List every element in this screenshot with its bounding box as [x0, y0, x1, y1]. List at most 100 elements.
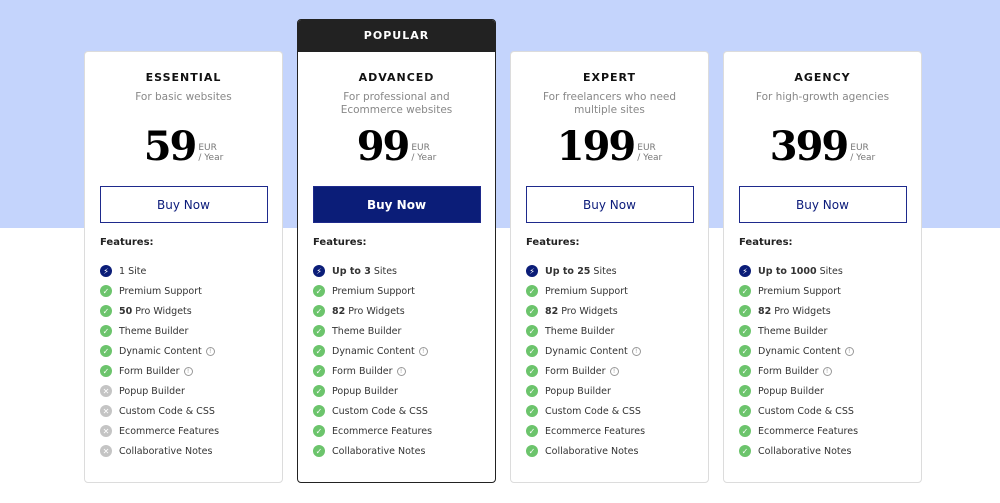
feature-label: Theme Builder	[758, 325, 828, 337]
check-icon: ✓	[526, 305, 538, 317]
feature-item: ✓ Dynamic Content!	[526, 341, 708, 361]
feature-label: Ecommerce Features	[332, 425, 433, 437]
buy-now-button[interactable]: Buy Now	[99, 186, 268, 223]
pricing-card-expert: EXPERT For freelancers who need multiple…	[510, 51, 709, 483]
feature-item: ✓ Custom Code & CSS	[739, 401, 921, 421]
feature-label: Premium Support	[332, 285, 415, 297]
feature-label: Ecommerce Features	[545, 425, 646, 437]
features-label: Features:	[739, 237, 793, 248]
feature-item: ✓ Premium Support	[526, 281, 708, 301]
feature-item: ✓ Dynamic Content!	[100, 341, 282, 361]
check-icon: ✓	[739, 405, 751, 417]
feature-label: Premium Support	[119, 285, 202, 297]
check-icon: ✓	[739, 305, 751, 317]
feature-label: Collaborative Notes	[332, 445, 426, 457]
feature-label: Pro Widgets	[561, 305, 618, 317]
feature-label: Dynamic Content	[758, 345, 841, 357]
feature-item: ✓ 82 Pro Widgets	[313, 301, 495, 321]
plan-subtitle: For freelancers who need multiple sites	[542, 91, 677, 116]
feature-item: ✕ Ecommerce Features	[100, 421, 282, 441]
feature-item: ✓ Collaborative Notes	[526, 441, 708, 461]
feature-item: ✓ Premium Support	[313, 281, 495, 301]
feature-item: ✓ Collaborative Notes	[313, 441, 495, 461]
check-icon: ✓	[100, 365, 112, 377]
feature-label: Popup Builder	[545, 385, 611, 397]
buy-now-button[interactable]: Buy Now	[738, 186, 907, 223]
feature-item: ✓ Form Builder!	[313, 361, 495, 381]
feature-item: ✓ Theme Builder	[526, 321, 708, 341]
info-icon[interactable]: !	[609, 366, 619, 376]
check-icon: ✓	[526, 325, 538, 337]
check-icon: ✓	[526, 345, 538, 357]
feature-quantity: 50	[119, 305, 133, 317]
popular-badge: POPULAR	[298, 20, 495, 52]
check-icon: ✓	[100, 305, 112, 317]
feature-quantity: 82	[758, 305, 772, 317]
feature-label: Ecommerce Features	[119, 425, 220, 437]
info-icon[interactable]: !	[205, 346, 215, 356]
info-icon[interactable]: !	[396, 366, 406, 376]
feature-label: Collaborative Notes	[545, 445, 639, 457]
check-icon: ✓	[526, 445, 538, 457]
check-icon: ✓	[739, 345, 751, 357]
feature-label: Collaborative Notes	[758, 445, 852, 457]
check-icon: ✓	[100, 325, 112, 337]
bolt-icon: ⚡	[526, 265, 538, 277]
info-icon[interactable]: !	[183, 366, 193, 376]
feature-label: Theme Builder	[332, 325, 402, 337]
info-icon[interactable]: !	[418, 346, 428, 356]
feature-label: Premium Support	[758, 285, 841, 297]
check-icon: ✓	[739, 365, 751, 377]
pricing-card-essential: ESSENTIAL For basic websites 59 EUR / Yea…	[84, 51, 283, 483]
feature-label: Form Builder	[119, 365, 180, 377]
feature-item: ✓ Form Builder!	[739, 361, 921, 381]
feature-item: ⚡ Up to 3 Sites	[313, 261, 495, 281]
bolt-icon: ⚡	[313, 265, 325, 277]
check-icon: ✓	[313, 385, 325, 397]
feature-label: Custom Code & CSS	[332, 405, 428, 417]
check-icon: ✓	[313, 285, 325, 297]
check-icon: ✓	[313, 365, 325, 377]
feature-item: ⚡ Up to 1000 Sites	[739, 261, 921, 281]
feature-item: ✕ Custom Code & CSS	[100, 401, 282, 421]
plan-subtitle: For professional and Ecommerce websites	[340, 91, 453, 116]
feature-label: Form Builder	[545, 365, 606, 377]
feature-label: Custom Code & CSS	[119, 405, 215, 417]
feature-label: Form Builder	[758, 365, 819, 377]
info-icon[interactable]: !	[822, 366, 832, 376]
price-amount: 399	[769, 123, 849, 170]
currency: EUR	[198, 143, 217, 153]
buy-now-button[interactable]: Buy Now	[312, 186, 481, 223]
feature-item: ✓ 50 Pro Widgets	[100, 301, 282, 321]
feature-item: ✓ Custom Code & CSS	[526, 401, 708, 421]
price-amount: 199	[556, 123, 636, 170]
currency: EUR	[850, 143, 869, 153]
feature-label: Popup Builder	[332, 385, 398, 397]
feature-quantity: Up to 1000	[758, 265, 817, 277]
feature-label: Collaborative Notes	[119, 445, 213, 457]
info-icon[interactable]: !	[844, 346, 854, 356]
period: / Year	[411, 153, 437, 163]
feature-item: ✓ Theme Builder	[100, 321, 282, 341]
feature-item: ✓ Form Builder!	[526, 361, 708, 381]
price-amount: 59	[143, 123, 198, 170]
period: / Year	[198, 153, 224, 163]
feature-item: ✓ Ecommerce Features	[526, 421, 708, 441]
feature-quantity: Up to 25	[545, 265, 591, 277]
plan-name: EXPERT	[582, 71, 637, 84]
feature-label: Sites	[819, 265, 843, 277]
check-icon: ✓	[313, 325, 325, 337]
buy-now-button[interactable]: Buy Now	[525, 186, 694, 223]
check-icon: ✓	[526, 405, 538, 417]
check-icon: ✓	[313, 405, 325, 417]
check-icon: ✓	[739, 385, 751, 397]
feature-item: ✓ 82 Pro Widgets	[526, 301, 708, 321]
feature-item: ✕ Collaborative Notes	[100, 441, 282, 461]
info-icon[interactable]: !	[631, 346, 641, 356]
feature-item: ✓ Popup Builder	[526, 381, 708, 401]
feature-item: ✓ Custom Code & CSS	[313, 401, 495, 421]
check-icon: ✓	[526, 365, 538, 377]
feature-item: ✓ Premium Support	[739, 281, 921, 301]
plan-price: 399 EUR / Year	[724, 127, 921, 167]
plan-price: 199 EUR / Year	[511, 127, 708, 167]
